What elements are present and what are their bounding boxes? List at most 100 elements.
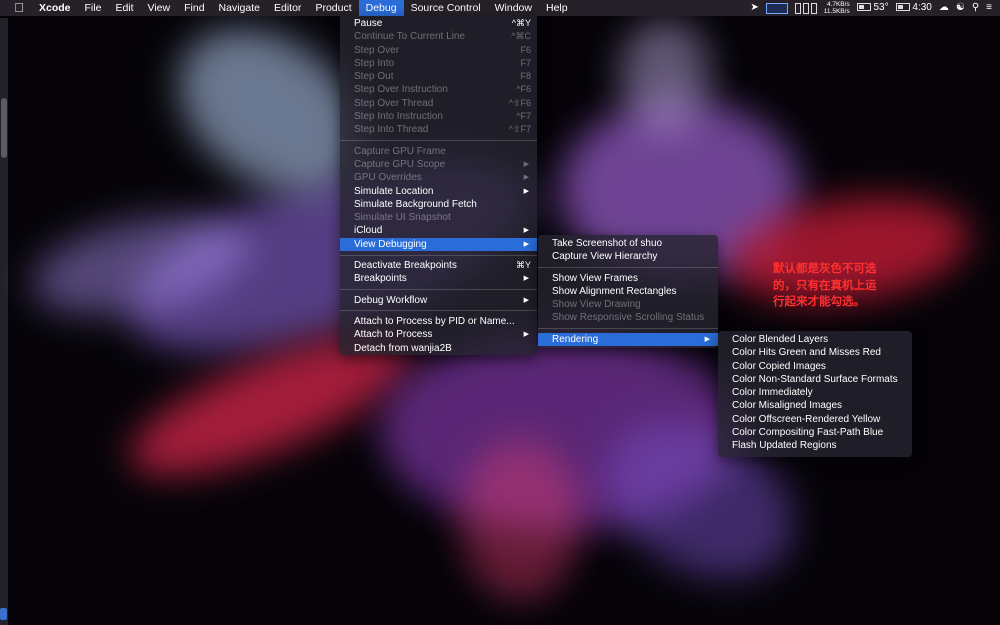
menu-help[interactable]: Help (539, 0, 575, 16)
debug-menu-item-gpu-overrides: GPU Overrides ▶ (340, 171, 537, 184)
menu-item-label: Attach to Process (354, 329, 433, 341)
debug-menu-item-debug-workflow[interactable]: Debug Workflow ▶ (340, 294, 537, 307)
menu-item-label: Breakpoints (354, 273, 407, 285)
send-icon[interactable]: ➤ (750, 0, 758, 16)
view-debugging-item-show-alignment-rectangles[interactable]: Show Alignment Rectangles (538, 285, 718, 298)
user-icon[interactable]: ☯ (956, 0, 965, 16)
menu-item-label: Step Out (354, 71, 394, 83)
window-edge (0, 18, 8, 625)
shortcut-label: F6 (520, 44, 531, 55)
submenu-arrow-icon: ▶ (523, 187, 529, 195)
debug-menu-item-simulate-location[interactable]: Simulate Location ▶ (340, 185, 537, 198)
menu-item-label: Show Alignment Rectangles (552, 285, 677, 297)
rendering-item-color-non-standard-surface-formats[interactable]: Color Non-Standard Surface Formats (718, 373, 912, 386)
view-debugging-item-show-view-drawing: Show View Drawing (538, 298, 718, 311)
rendering-item-flash-updated-regions[interactable]: Flash Updated Regions (718, 439, 912, 452)
menu-separator (538, 267, 718, 269)
annotation-note: 默认都是灰色不可选的，只有在真机上运行起来才能勾选。 (773, 263, 877, 308)
submenu-arrow-icon: ▶ (523, 227, 529, 235)
view-debugging-item-show-view-frames[interactable]: Show View Frames (538, 272, 718, 285)
rendering-item-color-misaligned-images[interactable]: Color Misaligned Images (718, 399, 912, 412)
view-debugging-item-rendering[interactable]: Rendering ▶ (538, 332, 718, 347)
network-speed[interactable]: 4.7KB/s 11.5KB/s (824, 1, 850, 15)
view-debugging-submenu: Take Screenshot of shuo Capture View Hier… (538, 235, 718, 349)
menu-item-label: Color Compositing Fast-Path Blue (732, 427, 884, 439)
menu-view[interactable]: View (141, 0, 178, 16)
shortcut-label: ⌘Y (515, 260, 531, 271)
menu-item-label: Flash Updated Regions (732, 440, 837, 452)
submenu-arrow-icon: ▶ (523, 275, 529, 283)
menu-window[interactable]: Window (488, 0, 539, 16)
debug-menu-item-attach-to-process-by-pid-or-name[interactable]: Attach to Process by PID or Name... (340, 315, 537, 328)
menu-item-label: Detach from wanjia2B (354, 342, 452, 354)
menu-item-label: Simulate UI Snapshot (354, 212, 451, 224)
monitor-icon[interactable] (765, 2, 788, 14)
debug-menu-item-breakpoints[interactable]: Breakpoints ▶ (340, 272, 537, 285)
menu-separator (340, 140, 537, 142)
menu-item-label: Rendering (552, 333, 599, 345)
menu-item-label: GPU Overrides (354, 172, 422, 184)
menu-item-label: Show View Drawing (552, 299, 641, 311)
clock[interactable]: 4:30 (895, 0, 932, 16)
rendering-submenu: Color Blended Layers Color Hits Green and… (718, 331, 912, 457)
cpu-meter-icon[interactable] (794, 2, 817, 14)
menu-source-control[interactable]: Source Control (404, 0, 488, 16)
debug-menu: Pause ^⌘Y Continue To Current Line ^⌘C Step … (340, 16, 537, 355)
rendering-item-color-hits-green-and-misses-red[interactable]: Color Hits Green and Misses Red (718, 346, 912, 359)
rendering-item-color-blended-layers[interactable]: Color Blended Layers (718, 333, 912, 346)
search-icon[interactable]: ⚲ (972, 0, 979, 16)
submenu-arrow-icon: ▶ (523, 296, 529, 304)
debug-menu-item-deactivate-breakpoints[interactable]: Deactivate Breakpoints ⌘Y (340, 259, 537, 272)
cloud-icon[interactable]: ☁ (939, 0, 949, 16)
shortcut-label: ^⌘Y (511, 18, 531, 28)
submenu-arrow-icon: ▶ (523, 331, 529, 339)
menu-editor[interactable]: Editor (267, 0, 308, 16)
menu-item-label: Step Into (354, 57, 395, 69)
menu-find[interactable]: Find (177, 0, 211, 16)
menu-item-label: Step Into Instruction (354, 111, 443, 123)
debug-menu-item-attach-to-process[interactable]: Attach to Process ▶ (340, 328, 537, 341)
menu-item-label: Attach to Process by PID or Name... (354, 315, 515, 327)
submenu-arrow-icon: ▶ (523, 174, 529, 182)
debug-menu-item-detach-from-wanjia2b[interactable]: Detach from wanjia2B (340, 342, 537, 355)
debug-menu-item-step-into-instruction: Step Into Instruction ^F7 (340, 110, 537, 123)
rendering-item-color-offscreen-rendered-yellow[interactable]: Color Offscreen-Rendered Yellow (718, 413, 912, 426)
menu-debug[interactable]: Debug (358, 0, 404, 16)
menu-file[interactable]: File (78, 0, 109, 16)
debug-menu-item-simulate-background-fetch[interactable]: Simulate Background Fetch (340, 198, 537, 211)
menu-item-label: Color Immediately (732, 387, 813, 399)
menu-item-label: Simulate Background Fetch (354, 198, 477, 210)
debug-menu-item-icloud[interactable]: iCloud ▶ (340, 224, 537, 237)
rendering-item-color-copied-images[interactable]: Color Copied Images (718, 360, 912, 373)
debug-menu-item-pause[interactable]: Pause ^⌘Y (340, 17, 537, 30)
shortcut-label: ^⇧F7 (508, 124, 531, 135)
dock-indicator[interactable] (0, 608, 7, 620)
view-debugging-item-take-screenshot-of-shuo[interactable]: Take Screenshot of shuo (538, 237, 718, 250)
list-icon[interactable]: ≡ (986, 0, 992, 16)
menu-product[interactable]: Product (308, 0, 358, 16)
menu-separator (538, 328, 718, 330)
temperature[interactable]: 53° (856, 0, 889, 16)
menu-item-label: Step Into Thread (354, 124, 429, 136)
menu-item-label: Pause (354, 18, 383, 29)
menu-separator (340, 289, 537, 291)
menu-item-label: Capture GPU Frame (354, 145, 446, 157)
menu-navigate[interactable]: Navigate (212, 0, 267, 16)
menu-separator (340, 254, 537, 256)
status-area: ➤ 4.7KB/s 11.5KB/s 53° 4:30 ☁ ☯ ⚲ ≡ (750, 0, 1000, 16)
debug-menu-item-view-debugging[interactable]: View Debugging ▶ (340, 237, 537, 252)
rendering-item-color-immediately[interactable]: Color Immediately (718, 386, 912, 399)
menu-app[interactable]: Xcode (32, 0, 78, 16)
menu-item-label: Simulate Location (354, 185, 434, 197)
menu-item-label: Step Over (354, 44, 400, 56)
menu-item-label: Color Hits Green and Misses Red (732, 347, 881, 359)
view-debugging-item-capture-view-hierarchy[interactable]: Capture View Hierarchy (538, 250, 718, 263)
menu-bar:  Xcode File Edit View Find Navigate Edi… (0, 0, 1000, 16)
rendering-item-color-compositing-fast-path-blue[interactable]: Color Compositing Fast-Path Blue (718, 426, 912, 439)
menu-edit[interactable]: Edit (108, 0, 140, 16)
menu-item-label: Capture GPU Scope (354, 158, 446, 170)
menu-item-label: iCloud (354, 225, 383, 237)
menu-separator (340, 310, 537, 312)
apple-icon[interactable]:  (12, 1, 26, 15)
shortcut-label: ^F6 (516, 84, 531, 95)
